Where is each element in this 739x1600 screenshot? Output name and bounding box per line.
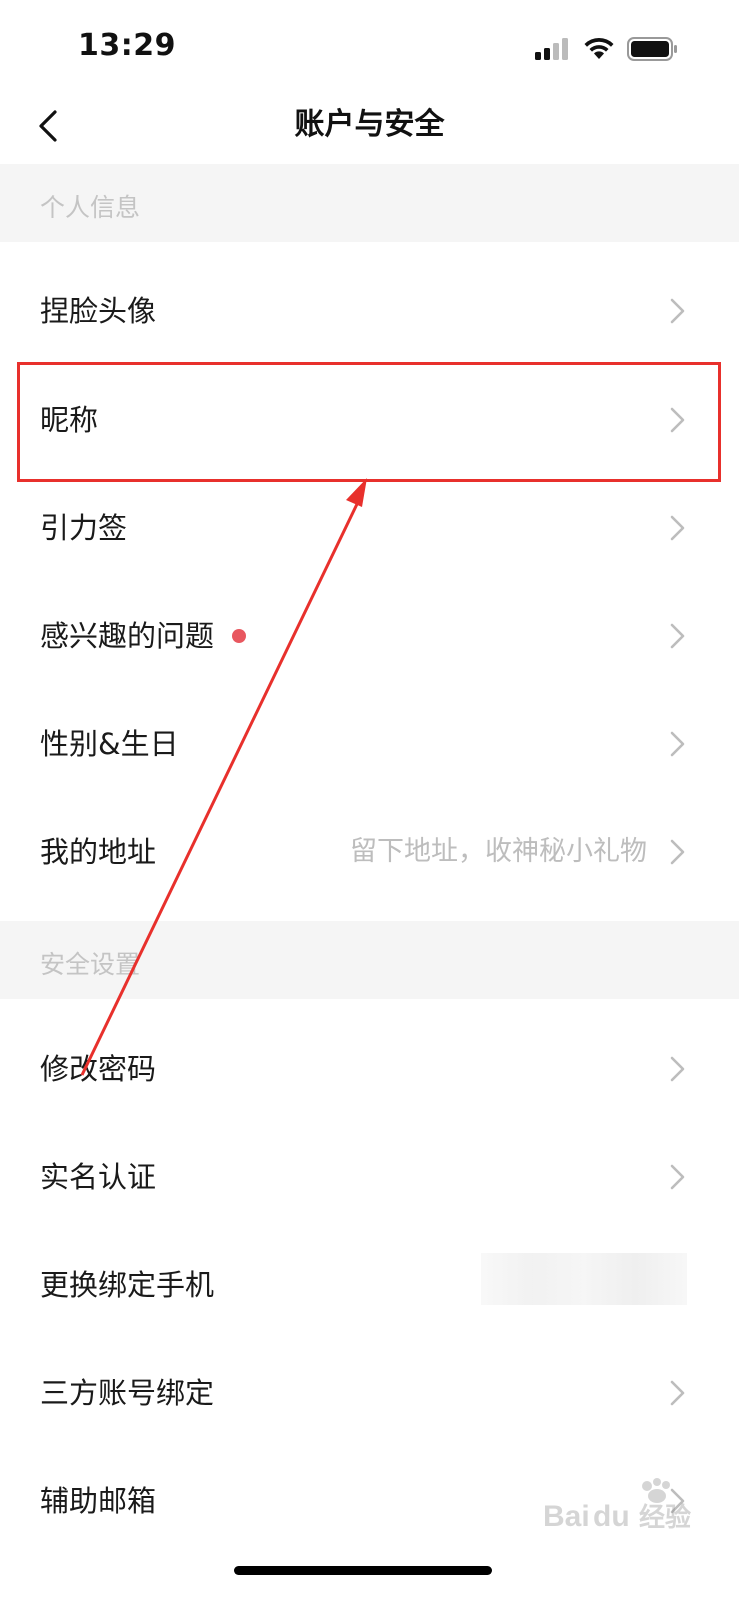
back-button[interactable] [28,102,68,150]
chevron-right-icon [670,1488,685,1514]
row-real-name-verification[interactable]: 实名认证 [0,1123,739,1231]
status-icons [535,34,679,64]
redacted-phone-number [481,1253,687,1305]
chevron-right-icon [670,515,685,541]
row-label: 辅助邮箱 [40,1484,157,1518]
chevron-right-icon [670,839,685,865]
row-change-password[interactable]: 修改密码 [0,1015,739,1123]
row-gender-birthday[interactable]: 性别&生日 [0,690,739,798]
section-header-security-settings: 安全设置 [0,921,739,999]
row-my-address[interactable]: 我的地址 留下地址，收神秘小礼物 [0,798,739,906]
chevron-right-icon [670,731,685,757]
nav-bar: 账户与安全 [0,90,739,162]
status-time: 13:29 [78,28,176,63]
chevron-left-icon [39,110,57,142]
chevron-right-icon [670,298,685,324]
row-label: 我的地址 [40,835,157,869]
row-label: 三方账号绑定 [40,1376,215,1410]
section-title: 安全设置 [40,950,141,979]
chevron-right-icon [670,1164,685,1190]
row-label: 性别&生日 [40,727,179,761]
row-third-party-binding[interactable]: 三方账号绑定 [0,1339,739,1447]
row-face-avatar[interactable]: 捏脸头像 [0,257,739,365]
section-title: 个人信息 [40,193,141,222]
row-change-bound-phone[interactable]: 更换绑定手机 [0,1231,739,1339]
wifi-icon [584,37,614,59]
battery-icon [627,37,677,61]
row-label: 昵称 [40,403,99,437]
notification-dot [232,629,246,643]
row-label: 感兴趣的问题 [40,619,215,653]
section-header-personal-info: 个人信息 [0,164,739,242]
chevron-right-icon [670,1380,685,1406]
row-label: 捏脸头像 [40,294,157,328]
row-nickname[interactable]: 昵称 [0,366,739,474]
status-bar: 13:29 [0,0,739,90]
row-label: 修改密码 [40,1052,157,1086]
row-label: 实名认证 [40,1160,157,1194]
page-title: 账户与安全 [294,107,445,142]
chevron-right-icon [670,1056,685,1082]
row-hint: 留下地址，收神秘小礼物 [350,836,647,867]
row-backup-email[interactable]: 辅助邮箱 [0,1447,739,1555]
chevron-right-icon [670,407,685,433]
cellular-signal-icon [535,38,568,60]
row-label: 更换绑定手机 [40,1268,215,1302]
row-label: 引力签 [40,511,128,545]
chevron-right-icon [670,623,685,649]
row-interested-questions[interactable]: 感兴趣的问题 [0,582,739,690]
row-signature[interactable]: 引力签 [0,474,739,582]
home-indicator[interactable] [234,1566,492,1575]
